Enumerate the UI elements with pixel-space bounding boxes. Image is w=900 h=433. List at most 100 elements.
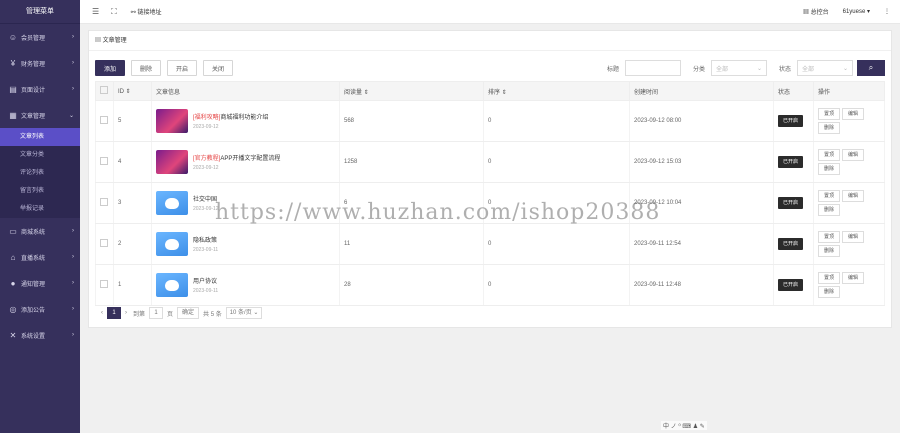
sidebar-subitem-reports[interactable]: 举报记录 <box>0 200 80 218</box>
title-filter-label: 标题 <box>606 66 619 73</box>
watermark: https://www.huzhan.com/ishop20388 <box>215 200 661 225</box>
row-action-button[interactable]: 编辑 <box>842 108 865 120</box>
row-action-button[interactable]: 编辑 <box>842 272 865 284</box>
row-action-button[interactable]: 删除 <box>818 204 841 216</box>
sidebar-subitem-article-list[interactable]: 文章列表 <box>0 128 80 146</box>
row-order: 0 <box>483 100 630 142</box>
row-action-button[interactable]: 删除 <box>818 245 841 257</box>
sidebar-item-design[interactable]: ▤ 页面设计 › <box>0 76 80 102</box>
col-order[interactable]: 排序 ⇕ <box>483 81 630 101</box>
search-button[interactable]: ⌕ <box>857 60 885 76</box>
link-address[interactable]: ⚯ 链接地址 <box>131 7 162 16</box>
sidebar-item-label: 页面设计 <box>21 87 46 94</box>
row-id: 4 <box>113 141 152 183</box>
article-date: 2023-09-12 <box>193 124 219 130</box>
col-id[interactable]: ID ⇕ <box>113 81 152 101</box>
article-title[interactable]: 隐私政策 <box>193 235 218 244</box>
delete-button[interactable]: 删除 <box>131 60 162 76</box>
sidebar-item-announce[interactable]: ◎ 添加公告 › <box>0 296 80 322</box>
cat-mascot-icon <box>165 197 179 209</box>
status-badge[interactable]: 已开启 <box>778 197 803 209</box>
page-input[interactable]: 1 <box>149 307 164 319</box>
table-row: 1 用户协议 2023-09-11 28 0 2023-09-11 12:48 已开启 置顶编… <box>95 264 885 306</box>
status-badge[interactable]: 已开启 <box>778 279 803 291</box>
close-button[interactable]: 关闭 <box>203 60 234 76</box>
status-badge[interactable]: 已开启 <box>778 115 803 127</box>
pagination: ‹ 1 › 到第 1 页 确定 共 5 条 10 条/页 ⌄ <box>101 307 263 319</box>
next-page-icon[interactable]: › <box>125 310 127 316</box>
status-badge[interactable]: 已开启 <box>778 238 803 250</box>
row-actions: 置顶 编辑 删除 <box>818 231 874 257</box>
goto-label: 到第 <box>133 311 146 318</box>
row-actions: 置顶 编辑 删除 <box>818 108 874 134</box>
row-action-button[interactable]: 置顶 <box>818 190 841 202</box>
filters: 标题 分类 全部 ⌄ 状态 全部 ⌄ ⌕ <box>595 60 885 76</box>
open-button[interactable]: 开启 <box>167 60 198 76</box>
row-action-button[interactable]: 删除 <box>818 286 841 298</box>
table-row: 4 [官方教程]APP开播文字配置流程 2023-09-12 1258 0 2023-09… <box>95 141 885 183</box>
user-icon: ☺ <box>8 32 18 42</box>
status-badge[interactable]: 已开启 <box>778 156 803 168</box>
row-action-button[interactable]: 编辑 <box>842 149 865 161</box>
sidebar-subitem-messages[interactable]: 留言列表 <box>0 182 80 200</box>
sidebar-item-label: 财务管理 <box>21 61 46 68</box>
cat-mascot-icon <box>165 279 179 291</box>
page-size-select[interactable]: 10 条/页 ⌄ <box>225 307 263 319</box>
row-checkbox[interactable] <box>100 280 108 288</box>
row-action-button[interactable]: 置顶 <box>818 272 841 284</box>
row-action-button[interactable]: 删除 <box>818 163 841 175</box>
col-status: 状态 <box>773 81 814 101</box>
row-action-button[interactable]: 置顶 <box>818 108 841 120</box>
col-views[interactable]: 阅读量 ⇕ <box>339 81 484 101</box>
article-title[interactable]: 用户协议 <box>193 276 218 285</box>
sidebar-item-label: 通知管理 <box>21 281 46 288</box>
row-action-button[interactable]: 编辑 <box>842 231 865 243</box>
article-info: 隐私政策 2023-09-11 <box>156 232 339 256</box>
row-checkbox[interactable] <box>100 157 108 165</box>
row-action-button[interactable]: 置顶 <box>818 231 841 243</box>
prev-page-icon[interactable]: ‹ <box>101 310 103 316</box>
title-filter-input[interactable] <box>624 60 681 76</box>
chevron-down-icon: ⌄ <box>842 65 848 72</box>
console-link[interactable]: ▦ 总控台 <box>803 7 829 16</box>
sidebar-subitem-comments[interactable]: 评论列表 <box>0 164 80 182</box>
fullscreen-icon[interactable]: ⛶ <box>111 7 117 17</box>
sidebar-subitem-article-category[interactable]: 文章分类 <box>0 146 80 164</box>
category-select[interactable]: 全部 ⌄ <box>710 60 767 76</box>
more-icon[interactable]: ⋮ <box>884 8 890 15</box>
menu-toggle-icon[interactable]: ☰ <box>92 7 99 16</box>
row-order: 0 <box>483 223 630 265</box>
user-menu[interactable]: 61yuese ▾ <box>843 8 870 15</box>
dashboard-icon: ▦ <box>802 10 811 16</box>
bell-icon: ● <box>10 278 16 288</box>
sidebar-item-finance[interactable]: ¥ 财务管理 › <box>0 50 80 76</box>
sidebar-item-live[interactable]: ⌂ 直播系统 › <box>0 244 80 270</box>
row-action-button[interactable]: 删除 <box>818 122 841 134</box>
row-action-button[interactable]: 编辑 <box>842 190 865 202</box>
article-title[interactable]: [福利攻略]商城福利功能介绍 <box>193 112 268 121</box>
total-count: 共 5 条 <box>203 311 222 318</box>
status-select[interactable]: 全部 ⌄ <box>797 60 853 76</box>
row-checkbox[interactable] <box>100 198 108 206</box>
select-all-checkbox[interactable] <box>100 86 108 94</box>
page-button-current[interactable]: 1 <box>107 307 121 319</box>
sidebar-item-store[interactable]: ▭ 商城系统 › <box>0 218 80 244</box>
article-panel: ▤ 文章管理 添加 删除 开启 关闭 标题 分类 全部 ⌄ 状态 全部 ⌄ ⌕ ID… <box>88 30 892 328</box>
document-icon: ▦ <box>9 110 17 120</box>
article-thumbnail <box>156 109 188 133</box>
row-checkbox[interactable] <box>100 239 108 247</box>
row-checkbox[interactable] <box>100 116 108 124</box>
row-actions: 置顶 编辑 删除 <box>818 190 874 216</box>
sidebar-item-notify[interactable]: ● 通知管理 › <box>0 270 80 296</box>
article-date: 2023-09-11 <box>193 247 219 253</box>
caret-down-icon: ▾ <box>866 9 870 15</box>
sidebar-item-label: 直播系统 <box>21 255 46 262</box>
sidebar-item-articles[interactable]: ▦ 文章管理 ⌄ <box>0 102 80 128</box>
sidebar-item-members[interactable]: ☺ 会员管理 › <box>0 24 80 50</box>
row-action-button[interactable]: 置顶 <box>818 149 841 161</box>
article-title[interactable]: [官方教程]APP开播文字配置流程 <box>193 153 280 162</box>
go-button[interactable]: 确定 <box>177 307 200 319</box>
sidebar-item-settings[interactable]: ✕ 系统设置 › <box>0 322 80 348</box>
article-info: 用户协议 2023-09-11 <box>156 273 339 297</box>
add-button[interactable]: 添加 <box>95 60 126 76</box>
